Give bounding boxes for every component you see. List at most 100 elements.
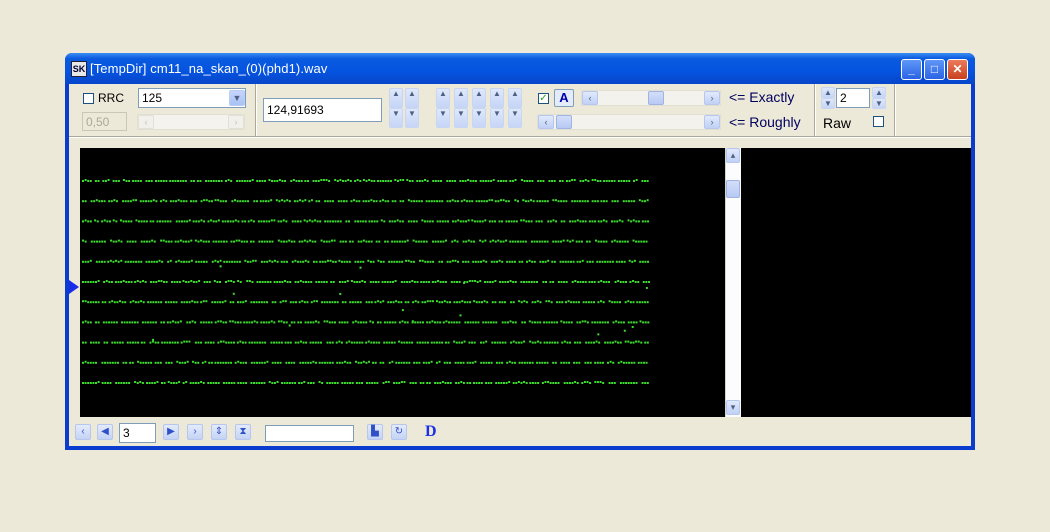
trace-dot <box>510 301 513 304</box>
scroll-up-icon[interactable]: ▴ <box>726 148 740 163</box>
exact-slider-left-icon[interactable]: ‹ <box>582 91 598 105</box>
trace-dot <box>635 179 638 181</box>
trace-dot <box>261 281 264 283</box>
digit-spin-down-5[interactable]: ▼ <box>508 108 522 128</box>
refresh-icon[interactable]: ↻ <box>391 424 407 440</box>
trace-dot <box>600 280 603 282</box>
digit-spin-down-4[interactable]: ▼ <box>490 108 504 128</box>
trace-dot <box>547 259 550 262</box>
scroll-down-icon[interactable]: ▾ <box>726 400 740 415</box>
trace-dot <box>640 361 643 364</box>
minimize-button[interactable]: _ <box>901 59 922 80</box>
trace-dot <box>174 240 177 243</box>
trace-dot <box>242 382 245 384</box>
maximize-button[interactable]: □ <box>924 59 945 80</box>
a-button[interactable]: A <box>554 89 574 107</box>
trace-dot <box>271 301 274 304</box>
digit-spin-up-2[interactable]: ▲ <box>454 88 468 108</box>
trace-dot <box>419 382 422 384</box>
trace-dot <box>466 301 469 304</box>
trace-dot <box>616 240 619 243</box>
trace-dot <box>177 199 180 202</box>
rough-slider[interactable]: ‹ › <box>537 114 721 130</box>
display-vertical-scrollbar[interactable]: ▴ ▾ <box>725 148 741 417</box>
trace-dot <box>563 281 566 283</box>
position-spin-down-1[interactable]: ▼ <box>389 108 403 128</box>
close-button[interactable]: ✕ <box>947 59 968 80</box>
trace-dot <box>338 340 341 343</box>
rough-slider-left-icon[interactable]: ‹ <box>538 115 554 129</box>
count-spin-up-right[interactable]: ▲ <box>872 87 886 98</box>
trace-dot <box>421 301 424 304</box>
trace-dot <box>433 200 436 203</box>
count-spin-down-right[interactable]: ▼ <box>872 98 886 109</box>
d-button[interactable]: D <box>425 423 437 441</box>
exact-slider-thumb[interactable] <box>648 91 664 105</box>
page-field[interactable]: 3 <box>119 423 156 443</box>
trace-dot <box>241 220 244 223</box>
digit-spin-up-3[interactable]: ▲ <box>472 88 486 108</box>
auto-checkbox[interactable]: ✓ <box>538 93 549 104</box>
position-field[interactable]: 124,91693 <box>263 98 382 122</box>
title-bar[interactable]: SK [TempDir] cm11_na_skan_(0)(phd1).wav … <box>65 53 975 84</box>
trace-dot <box>545 300 548 303</box>
scroll-thumb[interactable] <box>726 180 740 198</box>
position-spin-down-2[interactable]: ▼ <box>405 108 419 128</box>
expand-vertical-icon[interactable]: ⇕ <box>211 424 227 440</box>
count-spin-up-left[interactable]: ▲ <box>821 87 835 98</box>
position-spin-up-1[interactable]: ▲ <box>389 88 403 108</box>
trace-dot <box>638 199 641 202</box>
trace-dot <box>145 220 148 223</box>
trace-dot <box>606 321 609 324</box>
digit-spin-up-5[interactable]: ▲ <box>508 88 522 108</box>
rrc-checkbox[interactable] <box>83 93 94 104</box>
trace-dot <box>84 300 87 303</box>
search-field[interactable] <box>265 425 354 442</box>
raw-checkbox[interactable] <box>873 116 884 127</box>
digit-spin-down-1[interactable]: ▼ <box>436 108 450 128</box>
secondary-display[interactable] <box>741 148 971 417</box>
trace-dot <box>328 240 331 243</box>
prev-page-icon[interactable]: ◀ <box>97 424 113 440</box>
first-page-icon[interactable]: ‹ <box>75 424 91 440</box>
trace-dot <box>361 341 364 344</box>
trace-dot <box>172 301 175 304</box>
trace-dot <box>264 281 267 283</box>
rough-slider-thumb[interactable] <box>556 115 572 129</box>
digit-spin-down-2[interactable]: ▼ <box>454 108 468 128</box>
trace-dot <box>460 341 463 344</box>
collapse-vertical-icon[interactable]: ⧗ <box>235 424 251 440</box>
trace-dot <box>135 260 138 263</box>
digit-spin-down-3[interactable]: ▼ <box>472 108 486 128</box>
rough-slider-right-icon[interactable]: › <box>704 115 720 129</box>
digit-spin-up-4[interactable]: ▲ <box>490 88 504 108</box>
trace-dot <box>491 220 494 223</box>
trace-dot <box>389 321 392 324</box>
next-page-icon[interactable]: ▶ <box>163 424 179 440</box>
exact-slider[interactable]: ‹ › <box>581 90 721 106</box>
export-icon[interactable]: ▙ <box>367 424 383 440</box>
trace-dot <box>617 341 620 344</box>
trace-dot <box>208 200 211 203</box>
app-icon[interactable]: SK <box>71 61 87 77</box>
exact-slider-right-icon[interactable]: › <box>704 91 720 105</box>
signal-display[interactable] <box>80 148 726 417</box>
trace-dot <box>132 199 135 202</box>
trace-dot <box>219 265 222 268</box>
rate-select-dropdown-icon[interactable]: ▼ <box>229 90 245 106</box>
trace-dot <box>178 281 181 283</box>
trace-dot <box>533 281 536 283</box>
trace-dot <box>270 341 273 344</box>
last-page-icon[interactable]: › <box>187 424 203 440</box>
trace-dot <box>520 382 523 384</box>
trace-dot <box>183 301 186 304</box>
position-spin-up-2[interactable]: ▲ <box>405 88 419 108</box>
count-spin-down-left[interactable]: ▼ <box>821 98 835 109</box>
digit-spin-up-1[interactable]: ▲ <box>436 88 450 108</box>
trace-dot <box>571 382 574 384</box>
count-field[interactable]: 2 <box>836 88 870 108</box>
trace-dot <box>471 219 474 222</box>
rrc-slider: ‹ › <box>137 114 245 130</box>
trace-dot <box>143 220 146 223</box>
trace-dot <box>429 260 432 263</box>
